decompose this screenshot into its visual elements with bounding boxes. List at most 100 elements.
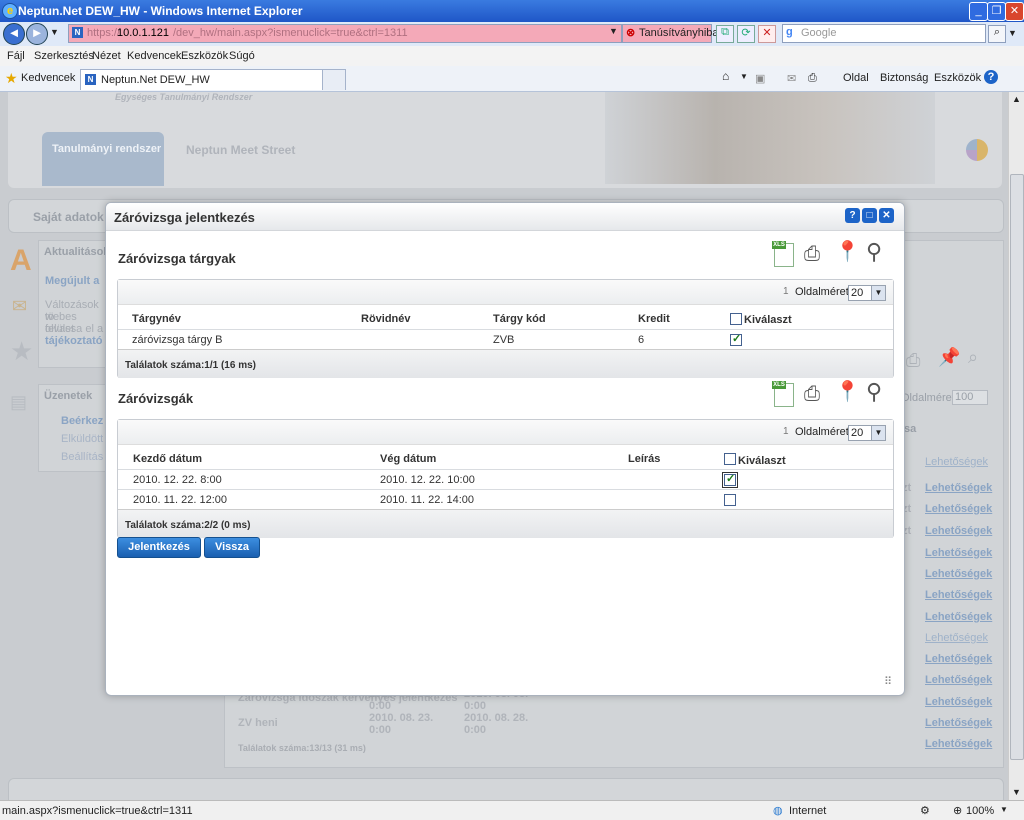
select-all-checkbox[interactable]: [730, 313, 742, 325]
home-dropdown-icon[interactable]: ▼: [740, 72, 748, 81]
feeds-icon[interactable]: ▣: [755, 72, 765, 85]
address-dropdown-icon[interactable]: ▼: [609, 26, 618, 36]
help-icon[interactable]: ?: [845, 208, 860, 223]
resize-grip-icon[interactable]: ⠿: [884, 675, 892, 688]
messages-inbox[interactable]: Beérkez: [61, 415, 103, 427]
col-leiras[interactable]: Leírás: [628, 453, 660, 465]
menu-edit[interactable]: Szerkesztés: [34, 50, 94, 62]
zarovizsgak-toolbar: 1 Oldalméret 20 ▼: [118, 420, 893, 445]
address-bar[interactable]: N https:// 10.0.1.121 /dev_hw/main.aspx?…: [68, 24, 622, 43]
close-window-button[interactable]: ✕: [1005, 2, 1024, 21]
scrollbar-thumb[interactable]: [1010, 174, 1024, 760]
row-select-checkbox[interactable]: [724, 494, 736, 506]
bg-lehetosegek-link[interactable]: Lehetőségek: [925, 503, 992, 515]
bg-lehetosegek-link[interactable]: Lehetőségek: [925, 632, 988, 644]
bg-lehetosegek-link[interactable]: Lehetőségek: [925, 674, 992, 686]
export-xls-icon[interactable]: XLS: [772, 379, 794, 407]
messages-settings[interactable]: Beállítás: [61, 451, 103, 463]
home-icon[interactable]: ⌂: [722, 69, 729, 83]
bg-lehetosegek-link[interactable]: Lehetőségek: [925, 547, 992, 559]
bg-lehetosegek-link[interactable]: Lehetőségek: [925, 696, 992, 708]
print-icon[interactable]: ⎙: [804, 383, 820, 406]
menu-view[interactable]: Nézet: [92, 50, 121, 62]
bg-lehetosegek-link[interactable]: Lehetőségek: [925, 525, 992, 537]
bg-lehetosegek-link[interactable]: Lehetőségek: [925, 653, 992, 665]
search-placeholder: Google: [801, 27, 837, 39]
table-row[interactable]: záróvizsga tárgy B ZVB 6: [118, 330, 893, 350]
back-button[interactable]: ◄: [3, 23, 25, 45]
pin-icon[interactable]: 📍: [835, 379, 860, 404]
maximize-icon[interactable]: □: [862, 208, 877, 223]
scroll-down-icon[interactable]: ▼: [1012, 787, 1021, 797]
print-icon[interactable]: ⎙: [804, 243, 820, 266]
col-kivalaszt: Kiválaszt: [738, 455, 786, 467]
tagline: Egységes Tanulmányi Rendszer: [115, 92, 253, 102]
help-icon[interactable]: ?: [984, 70, 998, 84]
zarovizsgak-pagesize-select[interactable]: 20 ▼: [848, 425, 886, 441]
col-kredit[interactable]: Kredit: [638, 313, 670, 325]
zoom-dropdown-icon[interactable]: ▼: [1000, 805, 1008, 814]
tab-meet-street[interactable]: Neptun Meet Street: [186, 143, 295, 157]
protected-mode-icon[interactable]: ⚙: [920, 804, 930, 817]
tab-tanulmanyi[interactable]: Tanulmányi rendszer: [42, 132, 164, 186]
mail-icon[interactable]: ✉: [787, 72, 796, 85]
bg-lehetosegek-link[interactable]: Lehetőségek: [925, 482, 992, 494]
refresh-icon[interactable]: ⟳: [737, 25, 755, 43]
targyak-pagesize-select[interactable]: 20 ▼: [848, 285, 886, 301]
col-rovidnev[interactable]: Rövidnév: [361, 313, 411, 325]
jelentkezes-button[interactable]: Jelentkezés: [117, 537, 201, 558]
table-row[interactable]: 2010. 11. 22. 12:00 2010. 11. 22. 14:00: [118, 490, 893, 509]
bg-lehetosegek-link[interactable]: Lehetőségek: [925, 717, 992, 729]
bg-pagesize-select[interactable]: 100: [952, 390, 988, 405]
page-menu[interactable]: Oldal: [843, 72, 869, 84]
favorites-button[interactable]: Kedvencek: [21, 72, 75, 84]
col-veg-datum[interactable]: Vég dátum: [380, 453, 436, 465]
compatibility-icon[interactable]: ⧉: [716, 25, 734, 43]
browser-tab[interactable]: N Neptun.Net DEW_HW: [80, 69, 344, 90]
vissza-button[interactable]: Vissza: [204, 537, 260, 558]
col-targynev[interactable]: Tárgynév: [132, 313, 181, 325]
news-link[interactable]: Megújult a: [45, 275, 99, 287]
new-tab-button[interactable]: [322, 69, 346, 90]
row-select-checkbox[interactable]: [730, 332, 742, 346]
bg-lehetosegek-link[interactable]: Lehetőségek: [925, 589, 992, 601]
maximize-button[interactable]: ❐: [987, 2, 1006, 21]
col-kezdo-datum[interactable]: Kezdő dátum: [133, 453, 202, 465]
bg-lehetosegek-link[interactable]: Lehetőségek: [925, 568, 992, 580]
pin-icon[interactable]: 📍: [835, 239, 860, 264]
status-zone: Internet: [789, 805, 827, 817]
bg-lehetosegek-link[interactable]: Lehetőségek: [925, 611, 992, 623]
stop-icon[interactable]: ✕: [758, 25, 776, 43]
search-options-icon[interactable]: ▼: [1008, 28, 1017, 38]
export-xls-icon[interactable]: XLS: [772, 239, 794, 267]
table-row[interactable]: 2010. 12. 22. 8:00 2010. 12. 22. 10:00: [118, 470, 893, 489]
status-zoom[interactable]: 100%: [966, 805, 994, 817]
tools-menu[interactable]: Eszközök: [934, 72, 981, 84]
targyak-page-index[interactable]: 1: [783, 286, 789, 297]
nav-sajat-adatok[interactable]: Saját adatok: [33, 210, 104, 224]
menu-tools[interactable]: Eszközök: [181, 50, 228, 62]
row-select-checkbox[interactable]: [722, 472, 738, 488]
menu-file[interactable]: Fájl: [7, 50, 25, 62]
security-menu[interactable]: Biztonság: [880, 72, 928, 84]
print-icon[interactable]: ⎙: [808, 72, 817, 85]
messages-sent[interactable]: Elküldött: [61, 433, 103, 445]
search-input[interactable]: g Google: [782, 24, 986, 43]
search-icon[interactable]: ⌕: [988, 25, 1006, 43]
zarovizsgak-page-index[interactable]: 1: [783, 426, 789, 437]
scroll-up-icon[interactable]: ▲: [1012, 94, 1021, 104]
minimize-button[interactable]: _: [969, 2, 988, 21]
close-icon[interactable]: ✕: [879, 208, 894, 223]
bg-lehetosegek-link[interactable]: Lehetőségek: [925, 738, 992, 750]
forward-button[interactable]: ►: [26, 23, 48, 45]
select-all-checkbox[interactable]: [724, 453, 736, 465]
certificate-error-button[interactable]: ⊗ Tanúsítványhiba: [622, 24, 719, 43]
history-dropdown-icon[interactable]: ▼: [50, 27, 59, 37]
search-icon[interactable]: ⚲: [866, 379, 882, 405]
menu-help[interactable]: Súgó: [229, 50, 255, 62]
menu-favorites[interactable]: Kedvencek: [127, 50, 181, 62]
col-targy-kod[interactable]: Tárgy kód: [493, 313, 546, 325]
news-text-4[interactable]: tájékoztató: [45, 335, 102, 347]
search-icon[interactable]: ⚲: [866, 239, 882, 265]
bg-lehetosegek-link[interactable]: Lehetőségek: [925, 456, 988, 468]
